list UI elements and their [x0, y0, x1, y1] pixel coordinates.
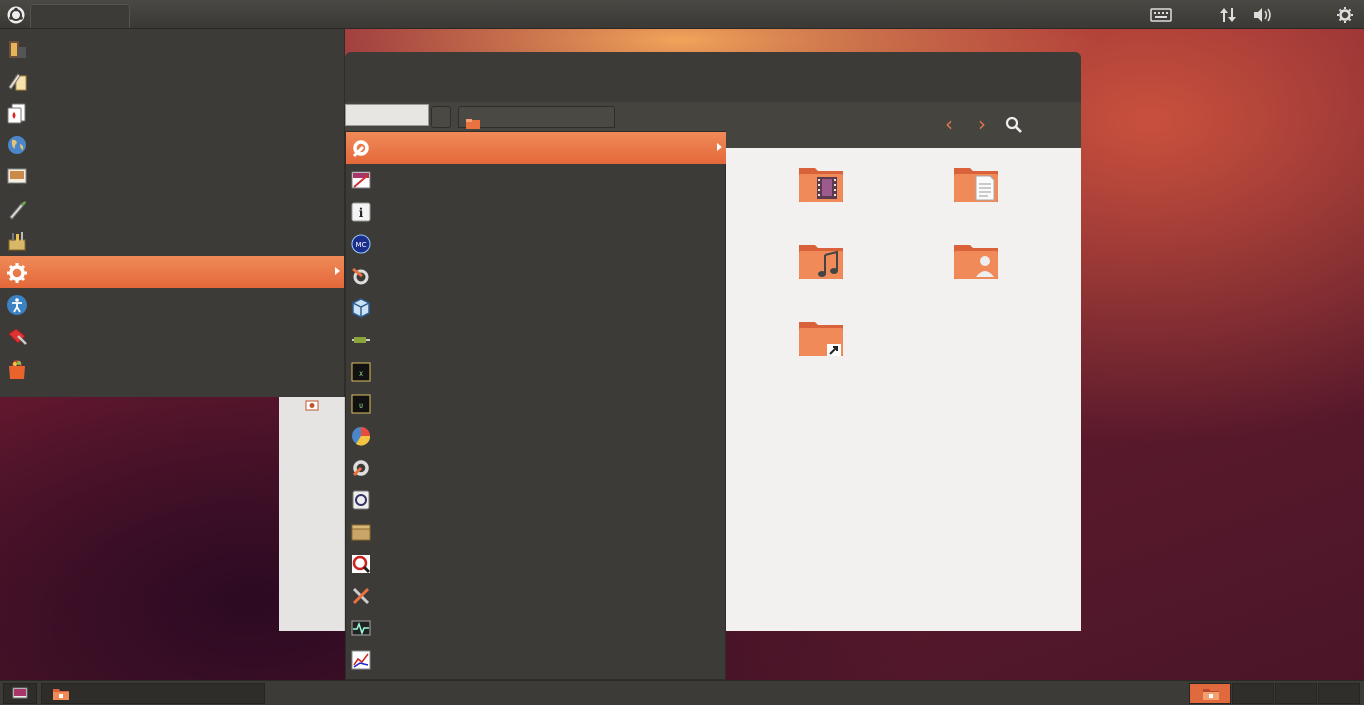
- submenu-item-screenshot-viewer[interactable]: [346, 164, 726, 196]
- top-panel: [0, 0, 1364, 29]
- menu-item-internet[interactable]: [0, 128, 344, 160]
- games-cards-icon: [6, 102, 28, 124]
- menu-item-accessories[interactable]: [0, 224, 344, 256]
- submenu-item-cable[interactable]: [346, 324, 726, 356]
- network-icon[interactable]: [1217, 6, 1239, 24]
- bottom-panel: [0, 680, 1364, 705]
- menu-item-system-tools[interactable]: [0, 256, 344, 288]
- education-icon: [6, 198, 28, 220]
- submenu-item-preferences-tools[interactable]: [346, 132, 726, 164]
- office-icon: [6, 70, 28, 92]
- submenu-arrow-icon: [335, 267, 340, 275]
- submenu-item-virtualbox[interactable]: [346, 292, 726, 324]
- path-bar-home-button[interactable]: [458, 106, 615, 129]
- camera-icon: [305, 400, 319, 411]
- disk-utility-icon: [350, 489, 372, 511]
- software-center-icon: [6, 358, 28, 380]
- back-button[interactable]: ‹: [940, 114, 958, 134]
- workspace-3[interactable]: [1275, 683, 1317, 704]
- terminal-xterm-icon: X: [350, 361, 372, 383]
- search-icon[interactable]: [1005, 116, 1023, 134]
- forward-button[interactable]: ›: [973, 114, 991, 134]
- menu-item-office[interactable]: [0, 64, 344, 96]
- desktop-icon: [12, 687, 28, 699]
- menu-item-universal-access[interactable]: [0, 288, 344, 320]
- screenshot-viewer-icon: [350, 169, 372, 191]
- submenu-item-terminal-xterm[interactable]: X: [346, 356, 726, 388]
- submenu-item-disk-usage-pie[interactable]: [346, 420, 726, 452]
- programming-icon: [6, 326, 28, 348]
- file-manager-icon: [53, 689, 69, 700]
- shortcut-folder-icon[interactable]: [797, 318, 845, 358]
- workspace-folder-icon: [1203, 689, 1219, 700]
- location-toggle-button[interactable]: [431, 106, 451, 128]
- workspace-4[interactable]: [1318, 683, 1360, 704]
- preferences-tools-icon: [350, 137, 372, 159]
- window-title-tab[interactable]: [30, 4, 130, 28]
- disk-usage-pie-icon: [350, 425, 372, 447]
- videos-folder-icon[interactable]: [797, 164, 845, 204]
- public-folder-icon[interactable]: [952, 241, 1000, 281]
- universal-access-icon: [6, 294, 28, 316]
- menu-item-programming[interactable]: [0, 320, 344, 352]
- cable-icon: [350, 329, 372, 351]
- submenu-item-info[interactable]: i: [346, 196, 726, 228]
- mc-terminal-icon: MC: [350, 233, 372, 255]
- home-folder-icon: [466, 119, 480, 129]
- menu-item-multimedia[interactable]: [0, 32, 344, 64]
- accessories-icon: [6, 230, 28, 252]
- location-entry[interactable]: [345, 104, 429, 126]
- svg-text:i: i: [359, 206, 364, 220]
- search-magnifier-icon: [350, 553, 372, 575]
- file-view: [726, 148, 1081, 631]
- volume-icon[interactable]: [1252, 6, 1274, 24]
- keyboard-icon[interactable]: [1150, 6, 1172, 24]
- menu-item-games[interactable]: [0, 96, 344, 128]
- menu-item-software-center[interactable]: [0, 352, 344, 384]
- submenu-item-gear-brush[interactable]: [346, 260, 726, 292]
- system-monitor-icon: [350, 617, 372, 639]
- submenu-item-terminal-uxterm[interactable]: U: [346, 388, 726, 420]
- wrench-screwdriver-icon: [350, 585, 372, 607]
- svg-text:U: U: [359, 403, 363, 410]
- documents-folder-icon[interactable]: [952, 164, 1000, 204]
- submenu-item-disk-utility[interactable]: [346, 484, 726, 516]
- submenu-item-search-magnifier[interactable]: [346, 548, 726, 580]
- workspace-2[interactable]: [1232, 683, 1274, 704]
- multimedia-icon: [6, 38, 28, 60]
- terminal-uxterm-icon: U: [350, 393, 372, 415]
- submenu-arrow-icon: [717, 143, 722, 151]
- music-folder-icon[interactable]: [797, 241, 845, 281]
- session-gear-icon[interactable]: [1334, 6, 1356, 24]
- menu-item-graphics[interactable]: [0, 160, 344, 192]
- system-tools-submenu: i MC X U: [345, 131, 726, 680]
- workspace-1[interactable]: [1189, 683, 1231, 704]
- gear-brush-icon: [350, 265, 372, 287]
- submenu-item-wrench-screwdriver[interactable]: [346, 580, 726, 612]
- info-icon: i: [350, 201, 372, 223]
- submenu-item-system-monitor[interactable]: [346, 612, 726, 644]
- submenu-item-settings-tools[interactable]: [346, 452, 726, 484]
- submenu-item-mc-terminal[interactable]: MC: [346, 228, 726, 260]
- system-tools-icon: [6, 262, 28, 284]
- svg-text:MC: MC: [356, 241, 367, 249]
- archive-box-icon: [350, 521, 372, 543]
- applications-menu: [0, 29, 345, 397]
- graph-chart-icon: [350, 649, 372, 671]
- show-desktop-button[interactable]: [3, 683, 37, 704]
- ubuntu-logo-icon[interactable]: [6, 5, 26, 25]
- submenu-item-graph-chart[interactable]: [346, 644, 726, 676]
- svg-text:X: X: [359, 371, 363, 378]
- taskbar-window-button[interactable]: [41, 683, 265, 704]
- graphics-icon: [6, 166, 28, 188]
- file-manager-sidebar: [279, 397, 345, 631]
- internet-globe-icon: [6, 134, 28, 156]
- settings-tools-icon: [350, 457, 372, 479]
- menu-item-education[interactable]: [0, 192, 344, 224]
- virtualbox-icon: [350, 297, 372, 319]
- submenu-item-archive-box[interactable]: [346, 516, 726, 548]
